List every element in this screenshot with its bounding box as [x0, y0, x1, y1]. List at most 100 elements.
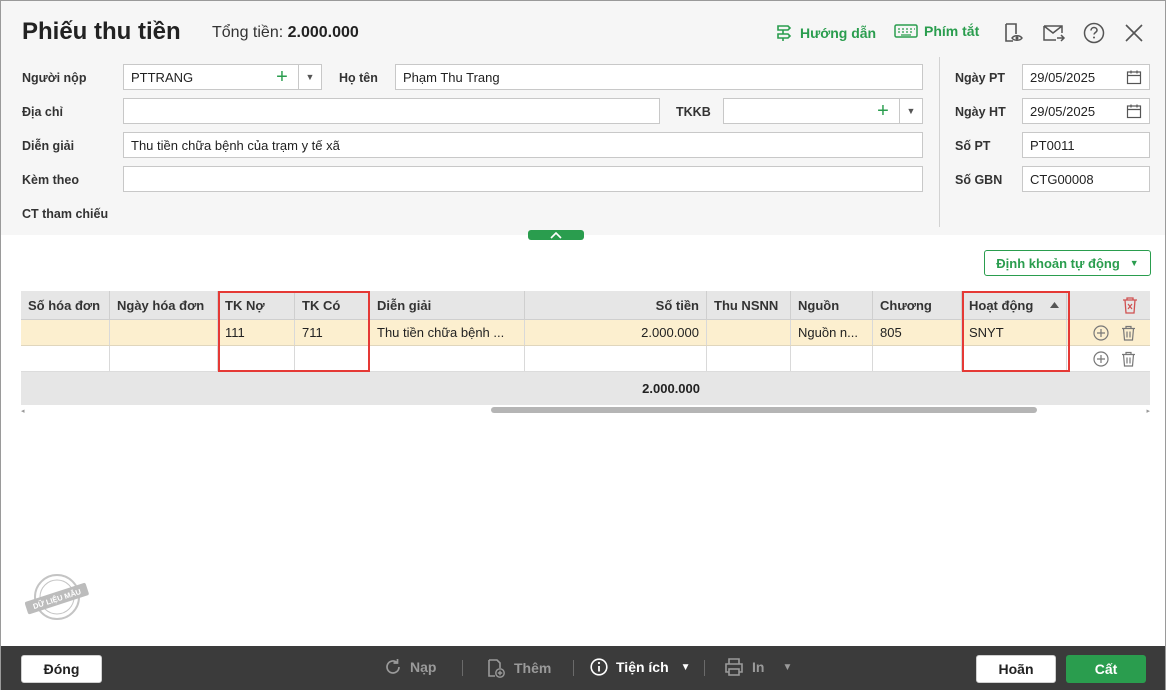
cell-description[interactable] — [370, 346, 525, 371]
close-window-button[interactable] — [1122, 21, 1146, 45]
scroll-left-icon[interactable]: ◂ — [21, 407, 25, 415]
col-credit-account[interactable]: TK Có — [295, 291, 370, 319]
guide-icon — [777, 25, 792, 41]
date-pt-value: 29/05/2025 — [1030, 69, 1096, 85]
grid-header: Số hóa đơn Ngày hóa đơn TK Nợ TK Có Diễn… — [21, 291, 1150, 320]
cell-credit-account[interactable] — [295, 346, 370, 371]
date-ht-label: Ngày HT — [955, 105, 1006, 119]
calendar-icon[interactable] — [1126, 103, 1142, 119]
footer-toolbar: Đóng Nạp Thêm Tiện ích ▼ In ▼ Hoãn Cất — [1, 646, 1165, 690]
col-source[interactable]: Nguồn — [791, 291, 873, 319]
payer-value: PTTRANG — [131, 69, 194, 85]
trash-icon[interactable] — [1121, 351, 1136, 367]
print-menu-button[interactable]: In ▼ — [724, 658, 792, 676]
help-button[interactable] — [1082, 21, 1106, 45]
cell-invoice-date[interactable] — [110, 320, 218, 345]
cell-amount[interactable]: 2.000.000 — [525, 320, 707, 345]
fullname-label: Họ tên — [339, 71, 378, 85]
description-value: Thu tiền chữa bệnh của trạm y tế xã — [131, 137, 340, 153]
view-document-button[interactable] — [1001, 21, 1025, 45]
so-gbn-label: Số GBN — [955, 173, 1003, 187]
table-row[interactable]: 111 711 Thu tiền chữa bệnh ... 2.000.000… — [21, 320, 1150, 346]
cell-chapter[interactable]: 805 — [873, 320, 962, 345]
col-actions — [1067, 291, 1150, 319]
cell-invoice-date[interactable] — [110, 346, 218, 371]
so-pt-field[interactable]: PT0011 — [1022, 132, 1150, 158]
scrollbar-thumb[interactable] — [491, 407, 1037, 413]
collapse-header-button[interactable] — [528, 230, 584, 240]
cell-state-revenue[interactable] — [707, 346, 791, 371]
auto-accounting-button[interactable]: Định khoản tự động ▼ — [984, 250, 1151, 276]
cell-credit-account[interactable]: 711 — [295, 320, 370, 345]
delete-all-icon[interactable] — [1122, 296, 1138, 314]
row-actions — [1067, 346, 1150, 371]
close-icon — [1125, 24, 1143, 42]
col-invoice-date[interactable]: Ngày hóa đơn — [110, 291, 218, 319]
col-debit-account[interactable]: TK Nợ — [218, 291, 295, 319]
col-amount[interactable]: Số tiền — [525, 291, 707, 319]
add-row-icon[interactable] — [1092, 324, 1109, 341]
refresh-icon — [386, 659, 400, 674]
receipt-window: Phiếu thu tiền Tổng tiền: 2.000.000 Hướn… — [0, 0, 1166, 690]
add-button[interactable]: Thêm — [486, 658, 551, 678]
date-ht-field[interactable]: 29/05/2025 — [1022, 98, 1150, 124]
cell-debit-account[interactable]: 111 — [218, 320, 295, 345]
payer-label: Người nộp — [22, 71, 87, 85]
fullname-field[interactable]: Phạm Thu Trang — [395, 64, 923, 90]
reload-button[interactable]: Nạp — [384, 658, 436, 676]
reference-label[interactable]: CT tham chiếu — [22, 207, 108, 221]
scroll-right-icon[interactable]: ▸ — [1146, 407, 1150, 415]
chevron-down-icon: ▼ — [680, 661, 691, 673]
add-payer-icon[interactable]: + — [272, 67, 292, 87]
description-label: Diễn giải — [22, 139, 75, 153]
col-description[interactable]: Diễn giải — [370, 291, 525, 319]
page-title: Phiếu thu tiền — [22, 18, 181, 45]
cell-invoice-number[interactable] — [21, 346, 110, 371]
col-activity[interactable]: Hoạt động — [962, 291, 1067, 319]
shortcut-button[interactable]: Phím tắt — [894, 23, 979, 39]
cell-debit-account[interactable] — [218, 346, 295, 371]
so-gbn-field[interactable]: CTG00008 — [1022, 166, 1150, 192]
guide-button[interactable]: Hướng dẫn — [774, 23, 876, 43]
row-actions — [1067, 320, 1150, 345]
col-chapter[interactable]: Chương — [873, 291, 962, 319]
add-row-icon[interactable] — [1092, 350, 1109, 367]
cell-state-revenue[interactable] — [707, 320, 791, 345]
save-button[interactable]: Cất — [1066, 655, 1146, 683]
attach-field[interactable] — [123, 166, 923, 192]
sample-data-stamp: DỮ LIỆU MẪU — [25, 574, 89, 620]
description-field[interactable]: Thu tiền chữa bệnh của trạm y tế xã — [123, 132, 923, 158]
tkkb-label: TKKB — [676, 105, 711, 119]
cell-invoice-number[interactable] — [21, 320, 110, 345]
chevron-down-icon: ▼ — [782, 661, 793, 673]
add-document-icon — [488, 659, 505, 678]
chevron-down-icon[interactable]: ▼ — [299, 72, 321, 82]
table-row[interactable] — [21, 346, 1150, 372]
close-button[interactable]: Đóng — [21, 655, 102, 683]
chevron-down-icon[interactable]: ▼ — [900, 106, 922, 116]
postpone-button[interactable]: Hoãn — [976, 655, 1056, 683]
cell-description[interactable]: Thu tiền chữa bệnh ... — [370, 320, 525, 345]
col-invoice-number[interactable]: Số hóa đơn — [21, 291, 110, 319]
cell-source[interactable]: Nguồn n... — [791, 320, 873, 345]
calendar-icon[interactable] — [1126, 69, 1142, 85]
address-field[interactable] — [123, 98, 660, 124]
cell-chapter[interactable] — [873, 346, 962, 371]
cell-activity[interactable] — [962, 346, 1067, 371]
cell-source[interactable] — [791, 346, 873, 371]
date-pt-field[interactable]: 29/05/2025 — [1022, 64, 1150, 90]
add-tkkb-icon[interactable]: + — [873, 101, 893, 121]
tkkb-combo[interactable]: + ▼ — [723, 98, 923, 124]
address-label: Địa chỉ — [22, 105, 63, 119]
col-state-revenue[interactable]: Thu NSNN — [707, 291, 791, 319]
add-label: Thêm — [514, 660, 552, 676]
send-email-button[interactable] — [1042, 21, 1066, 45]
payer-combo[interactable]: PTTRANG + ▼ — [123, 64, 322, 90]
cell-amount[interactable] — [525, 346, 707, 371]
sort-ascending-icon[interactable] — [1050, 302, 1059, 308]
cell-activity[interactable]: SNYT — [962, 320, 1067, 345]
utility-menu-button[interactable]: Tiện ích ▼ — [590, 658, 691, 676]
horizontal-scrollbar[interactable]: ◂ ▸ — [21, 406, 1150, 415]
trash-icon[interactable] — [1121, 325, 1136, 341]
grid-total-amount: 2.000.000 — [642, 381, 700, 396]
